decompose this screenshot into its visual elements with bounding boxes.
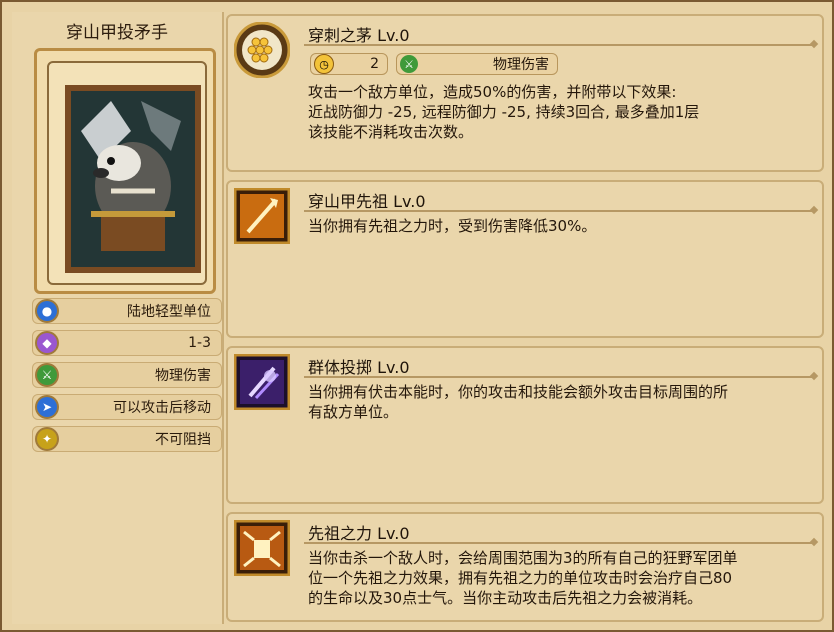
skill-description: 当你拥有先祖之力时，受到伤害降低30%。 [308,217,597,235]
skill-description: 攻击一个敌方单位，造成50%的伤害，并附带以下效果: 近战防御力 -25, 远程… [308,83,700,141]
ancestor-spear-icon [234,188,290,244]
skill-name: 穿刺之茅 Lv.0 [308,26,410,45]
clock-icon: ◷ [314,54,334,74]
unit-tag-label: 物理伤害 [155,368,211,384]
skill-card[interactable]: 穿刺之茅 Lv.0 ◷ 2 ⚔ 物理伤害 攻击一个敌方单位，造成50%的伤害，并… [226,14,824,172]
unit-tag-move-after-attack: ➤ 可以攻击后移动 [32,394,222,420]
person-icon: ● [37,301,57,321]
unstoppable-icon: ✦ [37,429,57,449]
skill-card[interactable]: 群体投掷 Lv.0 当你拥有伏击本能时，你的攻击和技能会额外攻击目标周围的所 有… [226,346,824,504]
unit-tag-label: 可以攻击后移动 [113,400,211,416]
skill-description: 当你拥有伏击本能时，你的攻击和技能会额外攻击目标周围的所 有敌方单位。 [308,383,729,421]
divider [304,210,814,212]
honeycomb-spear-icon [234,22,290,78]
sword-icon: ⚔ [400,55,418,73]
divider [304,44,814,46]
pangolin-spearman-image [71,91,195,267]
ancestral-power-icon [234,520,290,576]
sword-icon: ⚔ [37,365,57,385]
skill-name: 穿山甲先祖 Lv.0 [308,192,426,211]
range-target-icon: ◆ [37,333,57,353]
unit-sidebar: 穿山甲投矛手 ● 陆地轻型单位 ◆ 1-3 ⚔ 物理伤害 ➤ 可以攻击后移动 ✦… [12,12,224,624]
damage-type-badge: ⚔ 物理伤害 [396,53,558,75]
skill-card[interactable]: 先祖之力 Lv.0 当你击杀一个敌人时，会给周围范围为3的所有自己的狂野军团单 … [226,512,824,622]
divider [304,542,814,544]
skill-description: 当你击杀一个敌人时，会给周围范围为3的所有自己的狂野军团单 位一个先祖之力效果，… [308,549,738,607]
unit-tag-label: 1-3 [188,335,211,351]
cooldown-badge: ◷ 2 [310,53,388,75]
unit-tag-damage: ⚔ 物理伤害 [32,362,222,388]
damage-type-label: 物理伤害 [493,57,549,73]
unit-info-panel: 穿山甲投矛手 ● 陆地轻型单位 ◆ 1-3 ⚔ 物理伤害 ➤ 可以攻击后移动 ✦… [0,0,834,632]
skill-card[interactable]: 穿山甲先祖 Lv.0 当你拥有先祖之力时，受到伤害降低30%。 [226,180,824,338]
unit-portrait [65,85,201,273]
unit-portrait-frame [34,48,216,294]
skill-name: 群体投掷 Lv.0 [308,358,410,377]
cooldown-value: 2 [370,56,379,72]
unit-tag-label: 不可阻挡 [155,432,211,448]
unit-tag-range: ◆ 1-3 [32,330,222,356]
unit-tag-land-light: ● 陆地轻型单位 [32,298,222,324]
divider [304,376,814,378]
skill-name: 先祖之力 Lv.0 [308,524,410,543]
unit-tag-unstoppable: ✦ 不可阻挡 [32,426,222,452]
unit-name: 穿山甲投矛手 [66,23,168,43]
unit-tag-label: 陆地轻型单位 [127,304,211,320]
boot-move-icon: ➤ [37,397,57,417]
mass-throw-icon [234,354,290,410]
